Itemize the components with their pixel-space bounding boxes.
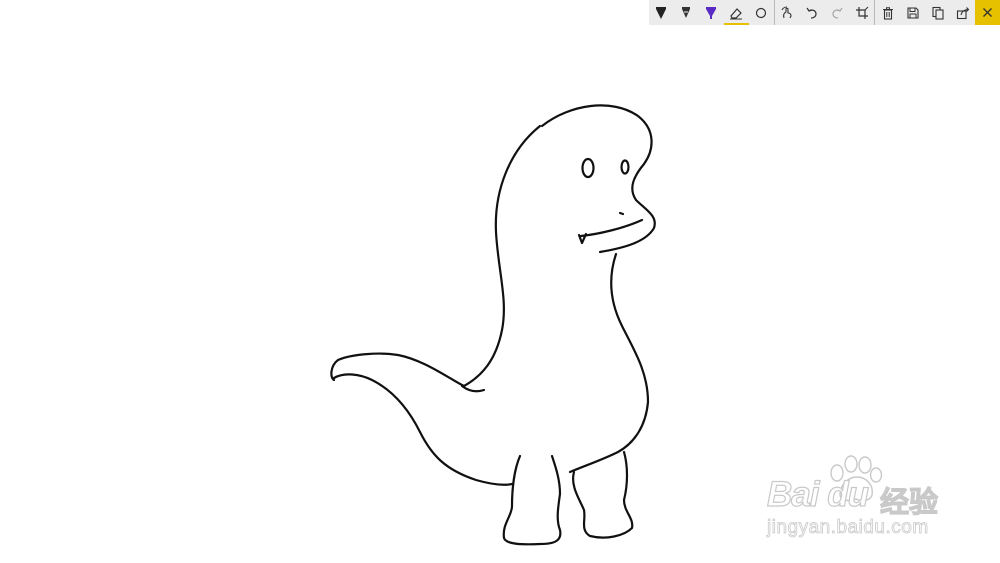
tool-pencil[interactable] [674, 0, 699, 25]
save-button[interactable] [900, 0, 925, 25]
copy-icon [932, 6, 944, 20]
tool-ballpoint-pen[interactable] [649, 0, 674, 25]
tool-ruler[interactable] [749, 0, 774, 25]
watermark-brand-cn: 经验 [879, 484, 939, 519]
eye-left [581, 157, 595, 179]
watermark-url: jingyan.baidu.com [767, 517, 929, 539]
tail-top [330, 352, 466, 388]
redo-button[interactable] [824, 0, 849, 25]
undo-button[interactable] [800, 0, 825, 25]
watermark-brand: Bai du [766, 474, 869, 514]
tail-join [460, 384, 486, 393]
share-button[interactable] [950, 0, 975, 25]
watermark: Bai du 经验 jingyan.baidu.com [762, 455, 962, 547]
screen: Bai du 经验 jingyan.baidu.com [0, 0, 1000, 563]
back-of-neck [462, 124, 542, 388]
undo-icon [806, 7, 817, 19]
ruler-icon [756, 7, 767, 18]
eraser-icon [730, 7, 743, 19]
eye-right [620, 159, 630, 175]
front-leg [572, 450, 634, 539]
pencil-icon [682, 6, 691, 18]
tool-highlighter[interactable] [699, 0, 724, 25]
save-icon [907, 6, 919, 19]
ballpoint-pen-icon [656, 6, 667, 19]
delete-button[interactable] [875, 0, 900, 25]
redo-icon [832, 7, 843, 19]
highlighter-icon [706, 6, 717, 19]
dinosaur-sketch [330, 104, 656, 546]
crop-icon [855, 6, 869, 19]
tool-eraser[interactable] [723, 0, 749, 25]
ink-toolbar [649, 0, 1000, 25]
close-icon [975, 0, 1000, 25]
trash-icon [882, 6, 893, 20]
head-outline [540, 104, 656, 254]
touch-writing-icon [781, 6, 792, 18]
close-button[interactable] [975, 0, 1000, 25]
crop-button[interactable] [849, 0, 874, 25]
touch-writing-button[interactable] [775, 0, 800, 25]
share-icon [956, 6, 969, 19]
tail-tip [332, 373, 514, 486]
nostril [618, 211, 625, 216]
copy-button[interactable] [925, 0, 950, 25]
back-leg-outer [502, 454, 562, 546]
mouth [579, 218, 644, 238]
front-of-body [568, 252, 650, 474]
